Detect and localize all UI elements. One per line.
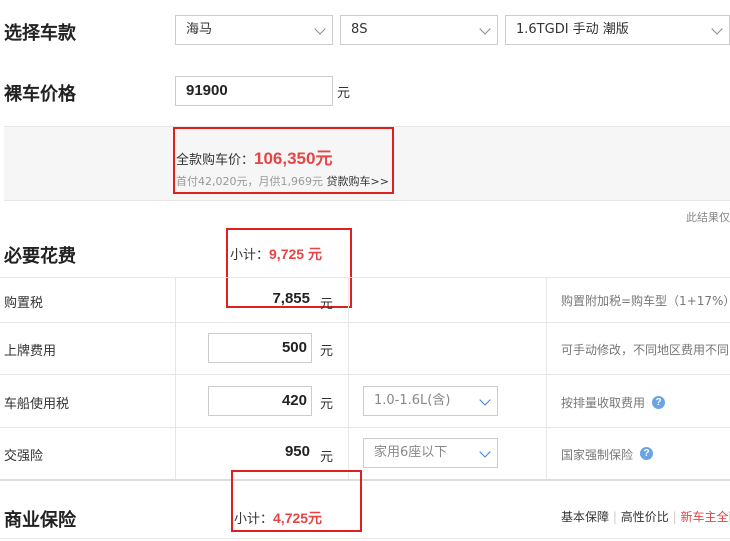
chevron-down-icon bbox=[479, 23, 491, 35]
chevron-down-icon bbox=[314, 23, 326, 35]
divider bbox=[0, 277, 730, 278]
full-price-value: 106,350元 bbox=[254, 149, 333, 168]
purchase-tax-value: 7,855 bbox=[272, 290, 310, 307]
full-price-line: 全款购车价：106,350元 bbox=[176, 144, 332, 169]
bare-price-input[interactable]: 91900 bbox=[175, 76, 333, 106]
bare-price-title: 裸车价格 bbox=[4, 84, 76, 105]
required-title: 必要花费 bbox=[4, 246, 76, 267]
down-payment-text: 首付42,020元，月供1,969元 bbox=[176, 175, 323, 188]
select-car-title: 选择车款 bbox=[4, 23, 76, 44]
registration-fee-unit: 元 bbox=[320, 344, 334, 359]
divider bbox=[0, 322, 730, 323]
commercial-title: 商业保险 bbox=[4, 510, 76, 531]
result-note: 此结果仅 bbox=[686, 211, 730, 224]
model-select[interactable]: 1.6TGDI 手动 潮版 bbox=[505, 15, 730, 45]
divider bbox=[0, 479, 730, 481]
chevron-down-icon bbox=[479, 446, 491, 458]
displacement-select-value: 1.0-1.6L(含) bbox=[374, 393, 451, 408]
help-icon[interactable]: ? bbox=[640, 447, 653, 460]
compulsory-insurance-unit: 元 bbox=[320, 450, 334, 465]
compulsory-insurance-value: 950 bbox=[284, 443, 310, 460]
tab-full-coverage[interactable]: 新车主全面 bbox=[680, 510, 730, 524]
brand-select[interactable]: 海马 bbox=[175, 15, 333, 45]
displacement-select[interactable]: 1.0-1.6L(含) bbox=[363, 386, 498, 416]
vehicle-tax-note: 按排量收取费用 bbox=[561, 396, 646, 410]
brand-select-value: 海马 bbox=[186, 22, 213, 37]
purchase-tax-unit: 元 bbox=[320, 297, 334, 312]
divider bbox=[0, 427, 730, 428]
registration-fee-note: 可手动修改，不同地区费用不同 bbox=[561, 343, 730, 357]
bare-price-unit: 元 bbox=[337, 86, 351, 101]
chevron-down-icon bbox=[711, 23, 723, 35]
divider bbox=[0, 374, 730, 375]
model-select-value: 1.6TGDI 手动 潮版 bbox=[516, 22, 629, 37]
registration-fee-label: 上牌费用 bbox=[4, 344, 57, 359]
divider bbox=[546, 277, 547, 479]
vehicle-tax-input[interactable]: 420 bbox=[208, 386, 312, 416]
chevron-down-icon bbox=[479, 394, 491, 406]
loan-link[interactable]: 贷款购车>> bbox=[326, 175, 388, 188]
full-price-label: 全款购车价： bbox=[176, 153, 255, 168]
registration-fee-input[interactable]: 500 bbox=[208, 333, 312, 363]
tab-separator: | bbox=[612, 510, 617, 524]
vehicle-tax-label: 车船使用税 bbox=[4, 397, 70, 412]
compulsory-insurance-label: 交强险 bbox=[4, 449, 44, 464]
divider bbox=[175, 277, 176, 479]
vehicle-tax-unit: 元 bbox=[320, 397, 334, 412]
compulsory-insurance-note: 国家强制保险 bbox=[561, 448, 634, 462]
seats-select-value: 家用6座以下 bbox=[374, 445, 448, 460]
help-icon[interactable]: ? bbox=[652, 396, 665, 409]
purchase-tax-label: 购置税 bbox=[4, 296, 44, 311]
commercial-tabs: 基本保障 | 高性价比 | 新车主全面 bbox=[561, 508, 730, 525]
seats-select[interactable]: 家用6座以下 bbox=[363, 438, 498, 468]
purchase-tax-note: 购置附加税=购车型（1+17%） bbox=[561, 294, 730, 308]
series-select-value: 8S bbox=[351, 22, 368, 37]
series-select[interactable]: 8S bbox=[340, 15, 498, 45]
down-payment-line: 首付42,020元，月供1,969元 贷款购车>> bbox=[176, 173, 389, 189]
tab-basic[interactable]: 基本保障 bbox=[561, 510, 609, 524]
highlight-box-commercial bbox=[231, 470, 362, 532]
divider bbox=[0, 538, 730, 539]
tab-value[interactable]: 高性价比 bbox=[621, 510, 669, 524]
divider bbox=[348, 277, 349, 479]
tab-separator: | bbox=[672, 510, 677, 524]
